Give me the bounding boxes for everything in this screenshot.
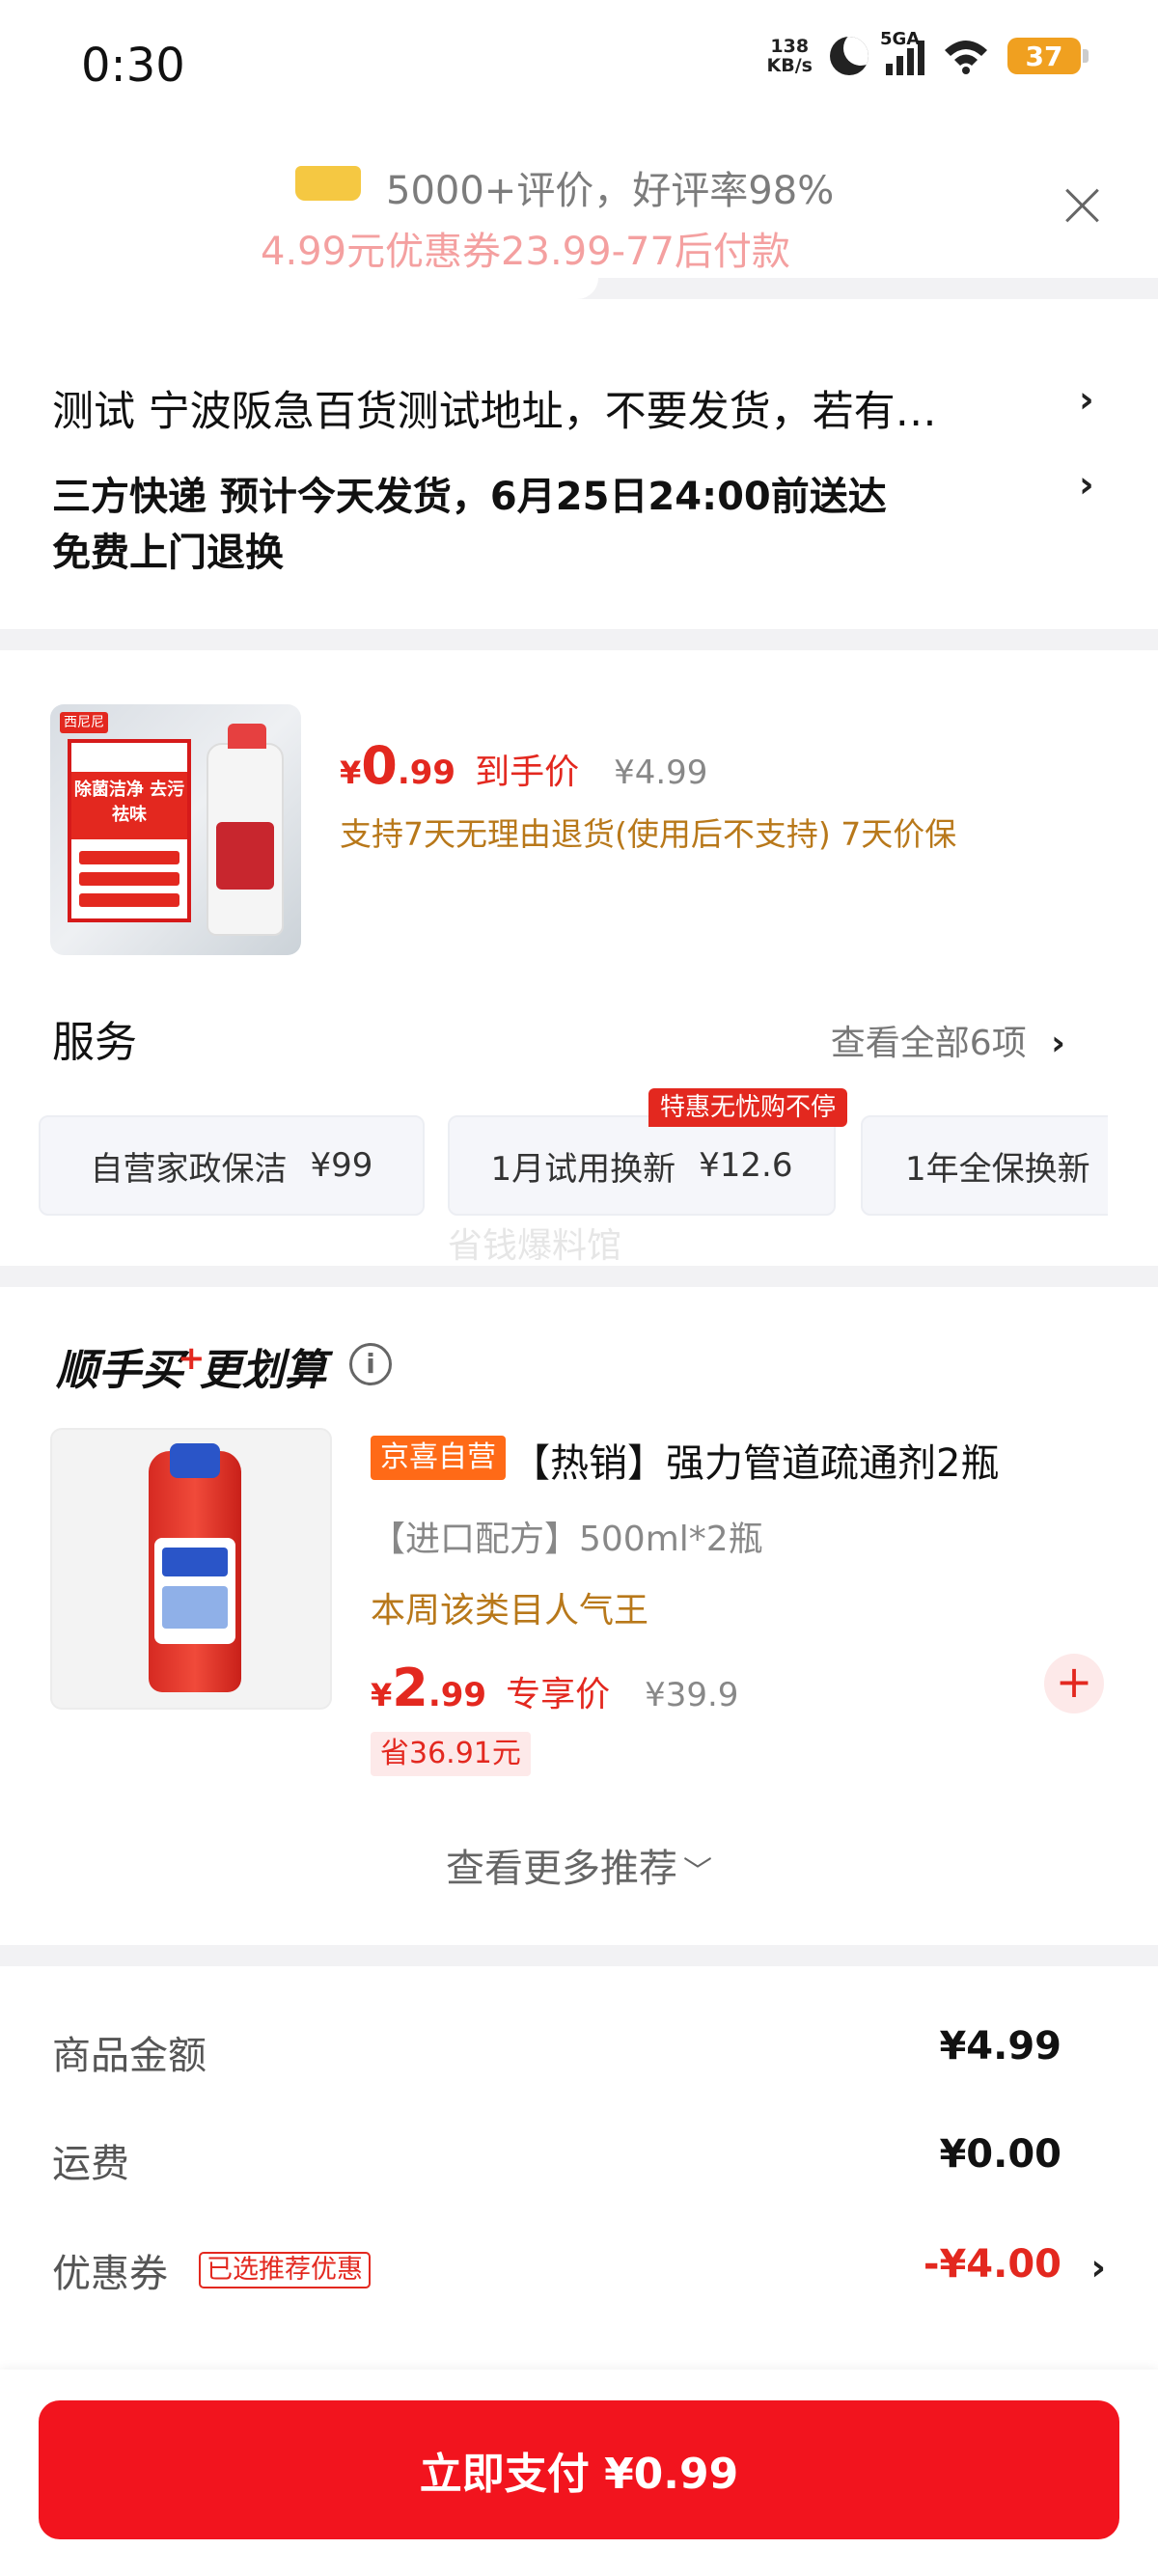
- banner-rating-text: 5000+评价，好评率98%: [386, 169, 835, 213]
- watermark: 省钱爆料馆: [448, 1226, 622, 1266]
- bundle-price-label: 专享价: [506, 1675, 611, 1714]
- saving-badge: 省36.91元: [371, 1732, 531, 1776]
- support-policy: 支持7天无理由退货(使用后不支持) 7天价保: [340, 815, 957, 853]
- spray-bottle: [207, 724, 284, 936]
- delivery-info[interactable]: 三方快递 预计今天发货，6月25日24:00前送达: [52, 465, 887, 521]
- bundle-title: 顺手买+更划算: [56, 1339, 327, 1395]
- service-card[interactable]: 1月试用换新 ¥12.6: [448, 1115, 836, 1216]
- product-image[interactable]: 西尼尼 除菌洁净 去污祛味: [50, 704, 301, 955]
- status-icons: 138 KB/s 5GA 37: [767, 29, 1089, 75]
- crown-icon: [295, 166, 361, 201]
- bundle-product-name[interactable]: 【热销】强力管道疏通剂2瓶: [511, 1432, 999, 1488]
- services-title: 服务: [52, 1018, 137, 1067]
- section-divider: [0, 629, 1158, 650]
- service-card[interactable]: 1年全保换新: [861, 1115, 1108, 1216]
- service-promo-badge: 特惠无忧购不停: [648, 1088, 848, 1127]
- chevron-right-icon[interactable]: ›: [1079, 463, 1094, 506]
- coupon-amount: -¥4.00: [923, 2242, 1062, 2287]
- original-price: ¥4.99: [614, 754, 708, 792]
- pay-now-button[interactable]: 立即支付 ¥0.99: [39, 2400, 1119, 2539]
- net-speed: 138 KB/s: [767, 37, 813, 75]
- drain-cleaner-bottle: [149, 1443, 241, 1692]
- promo-banner: 5000+评价，好评率98% 4.99元优惠券23.99-77后付款: [0, 145, 1158, 299]
- shipping-row: 运费 ¥0.00: [52, 2132, 1062, 2186]
- moon-icon: [830, 37, 868, 75]
- chevron-right-icon[interactable]: ›: [1090, 2246, 1106, 2288]
- self-operated-tag: 京喜自营: [371, 1436, 506, 1480]
- info-icon[interactable]: i: [349, 1343, 392, 1385]
- bundle-product-image[interactable]: [50, 1428, 332, 1710]
- bundle-original-price: ¥39.9: [645, 1676, 739, 1714]
- status-time: 0:30: [81, 39, 185, 93]
- bottom-pay-bar: 立即支付 ¥0.99: [0, 2370, 1158, 2576]
- banner-coupon-text: 4.99元优惠券23.99-77后付款: [261, 230, 790, 274]
- product-price: ¥ 0 .99 到手价 ¥4.99: [340, 735, 708, 796]
- service-cards: 自营家政保洁 ¥99 1月试用换新 ¥12.6 1年全保换新: [39, 1115, 1108, 1216]
- status-bar: 0:30 138 KB/s 5GA 37: [0, 0, 1158, 135]
- network-type: 5GA: [880, 29, 921, 49]
- section-divider: [0, 1266, 1158, 1287]
- service-card[interactable]: 自营家政保洁 ¥99: [39, 1115, 425, 1216]
- signal-icon: 5GA: [880, 29, 924, 75]
- wifi-icon: [942, 37, 990, 75]
- view-more-recommendations[interactable]: 查看更多推荐 ﹀: [0, 1837, 1158, 1893]
- coupon-row[interactable]: 优惠券 已选推荐优惠 -¥4.00 ›: [52, 2242, 1106, 2300]
- bundle-price: ¥ 2 .99 专享价 ¥39.9: [371, 1658, 739, 1718]
- coupon-recommend-badge: 已选推荐优惠: [199, 2252, 371, 2288]
- product-box: 除菌洁净 去污祛味: [68, 739, 191, 922]
- chevron-right-icon[interactable]: ›: [1051, 1024, 1065, 1063]
- shipping-amount: ¥0.00: [939, 2132, 1062, 2177]
- net-speed-unit: KB/s: [766, 55, 813, 76]
- product-logo: 西尼尼: [60, 712, 108, 733]
- bundle-product-spec: 【进口配方】500ml*2瓶: [371, 1520, 763, 1559]
- chevron-right-icon[interactable]: ›: [1079, 378, 1094, 421]
- add-to-order-button[interactable]: +: [1044, 1654, 1104, 1713]
- goods-amount: ¥4.99: [939, 2024, 1062, 2069]
- product-box-text: 除菌洁净 去污祛味: [71, 772, 187, 839]
- section-divider: [0, 1945, 1158, 1966]
- address-text[interactable]: 测试 宁波阪急百货测试地址，不要发货，若有…: [52, 378, 937, 438]
- bundle-hot-label: 本周该类目人气王: [371, 1591, 649, 1631]
- net-speed-value: 138: [770, 36, 810, 57]
- return-policy: 免费上门退换: [52, 531, 284, 575]
- battery-icon: 37: [1007, 38, 1089, 74]
- chevron-down-icon[interactable]: ﹀: [683, 1855, 712, 1889]
- price-label: 到手价: [475, 753, 580, 792]
- view-all-services[interactable]: 查看全部6项 ›: [831, 1015, 1065, 1065]
- goods-amount-row: 商品金额 ¥4.99: [52, 2024, 1062, 2078]
- address-section[interactable]: 测试 宁波阪急百货测试地址，不要发货，若有… › 三方快递 预计今天发货，6月2…: [0, 318, 1158, 627]
- close-icon[interactable]: [1062, 183, 1104, 226]
